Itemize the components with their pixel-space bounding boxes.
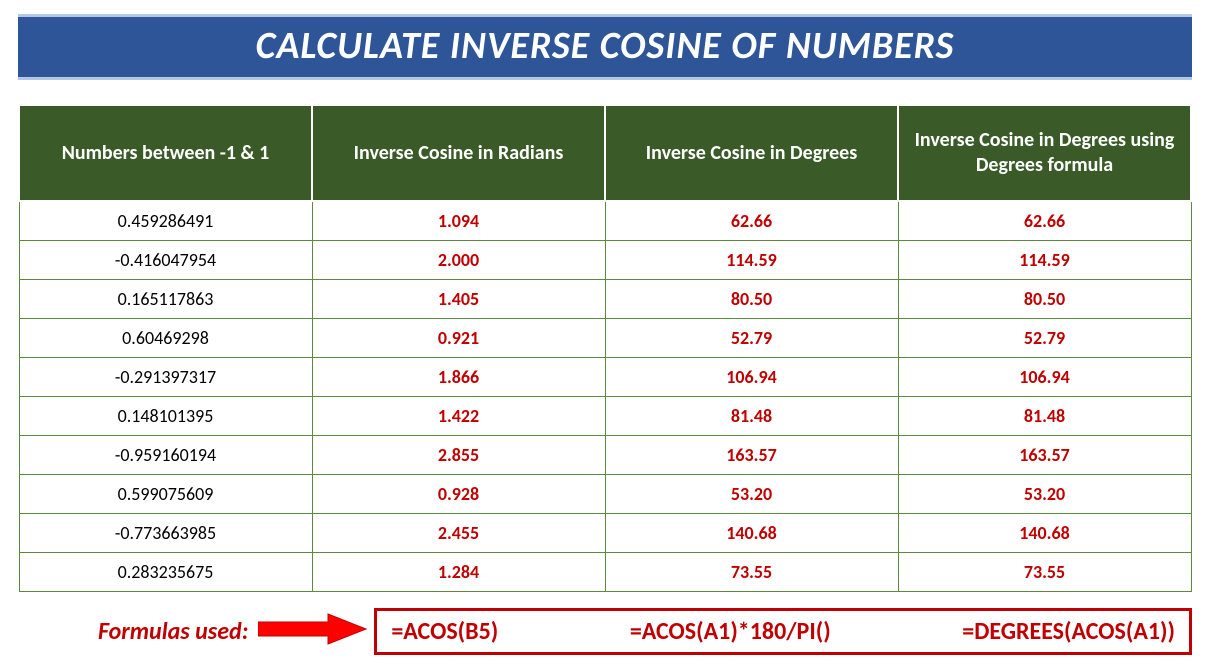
formula-box: =ACOS(B5) =ACOS(A1)*180/PI() =DEGREES(AC… xyxy=(374,608,1192,655)
cell-number: 0.165117863 xyxy=(19,280,312,319)
cell-degrees: 53.20 xyxy=(605,475,898,514)
cell-degf: 163.57 xyxy=(898,436,1191,475)
cell-number: -0.773663985 xyxy=(19,514,312,553)
cell-radians: 2.855 xyxy=(312,436,605,475)
cell-degrees: 52.79 xyxy=(605,319,898,358)
arrow-icon xyxy=(258,612,368,651)
cell-degrees: 114.59 xyxy=(605,241,898,280)
cell-degf: 73.55 xyxy=(898,553,1191,592)
cell-radians: 0.921 xyxy=(312,319,605,358)
formulas-label: Formulas used: xyxy=(18,617,252,646)
header-numbers: Numbers between -1 & 1 xyxy=(19,105,312,201)
cell-radians: 1.866 xyxy=(312,358,605,397)
cell-degrees: 106.94 xyxy=(605,358,898,397)
header-radians: Inverse Cosine in Radians xyxy=(312,105,605,201)
cell-degf: 52.79 xyxy=(898,319,1191,358)
cell-number: 0.148101395 xyxy=(19,397,312,436)
header-degrees-formula: Inverse Cosine in Degrees using Degrees … xyxy=(898,105,1191,201)
cell-number: 0.459286491 xyxy=(19,201,312,241)
table-row: 0.148101395 1.422 81.48 81.48 xyxy=(19,397,1191,436)
formula-2: =ACOS(A1)*180/PI() xyxy=(630,617,831,646)
formula-3: =DEGREES(ACOS(A1)) xyxy=(962,617,1175,646)
table-row: -0.773663985 2.455 140.68 140.68 xyxy=(19,514,1191,553)
cell-radians: 1.094 xyxy=(312,201,605,241)
table-row: -0.416047954 2.000 114.59 114.59 xyxy=(19,241,1191,280)
cell-number: 0.283235675 xyxy=(19,553,312,592)
spacer xyxy=(18,80,1192,104)
cell-radians: 0.928 xyxy=(312,475,605,514)
cell-radians: 1.284 xyxy=(312,553,605,592)
table-row: -0.959160194 2.855 163.57 163.57 xyxy=(19,436,1191,475)
cell-number: -0.959160194 xyxy=(19,436,312,475)
cell-number: 0.599075609 xyxy=(19,475,312,514)
cell-radians: 1.405 xyxy=(312,280,605,319)
formulas-section: Formulas used: =ACOS(B5) =ACOS(A1)*180/P… xyxy=(18,608,1192,655)
formula-1: =ACOS(B5) xyxy=(391,617,498,646)
header-degrees: Inverse Cosine in Degrees xyxy=(605,105,898,201)
cell-number: -0.416047954 xyxy=(19,241,312,280)
cell-radians: 1.422 xyxy=(312,397,605,436)
cell-degf: 114.59 xyxy=(898,241,1191,280)
cell-degrees: 62.66 xyxy=(605,201,898,241)
cell-degrees: 73.55 xyxy=(605,553,898,592)
cell-degf: 53.20 xyxy=(898,475,1191,514)
table-row: 0.599075609 0.928 53.20 53.20 xyxy=(19,475,1191,514)
cell-radians: 2.455 xyxy=(312,514,605,553)
table-row: 0.459286491 1.094 62.66 62.66 xyxy=(19,201,1191,241)
page-title: CALCULATE INVERSE COSINE OF NUMBERS xyxy=(18,14,1192,80)
cell-degrees: 163.57 xyxy=(605,436,898,475)
cell-degf: 62.66 xyxy=(898,201,1191,241)
cell-degrees: 80.50 xyxy=(605,280,898,319)
cell-degrees: 81.48 xyxy=(605,397,898,436)
table-row: 0.165117863 1.405 80.50 80.50 xyxy=(19,280,1191,319)
table-row: -0.291397317 1.866 106.94 106.94 xyxy=(19,358,1191,397)
cell-number: 0.60469298 xyxy=(19,319,312,358)
table-row: 0.283235675 1.284 73.55 73.55 xyxy=(19,553,1191,592)
cell-degf: 81.48 xyxy=(898,397,1191,436)
cell-degrees: 140.68 xyxy=(605,514,898,553)
header-row: Numbers between -1 & 1 Inverse Cosine in… xyxy=(19,105,1191,201)
table-row: 0.60469298 0.921 52.79 52.79 xyxy=(19,319,1191,358)
cell-degf: 140.68 xyxy=(898,514,1191,553)
cell-degf: 80.50 xyxy=(898,280,1191,319)
cell-radians: 2.000 xyxy=(312,241,605,280)
data-table: Numbers between -1 & 1 Inverse Cosine in… xyxy=(18,104,1192,592)
cell-degf: 106.94 xyxy=(898,358,1191,397)
cell-number: -0.291397317 xyxy=(19,358,312,397)
